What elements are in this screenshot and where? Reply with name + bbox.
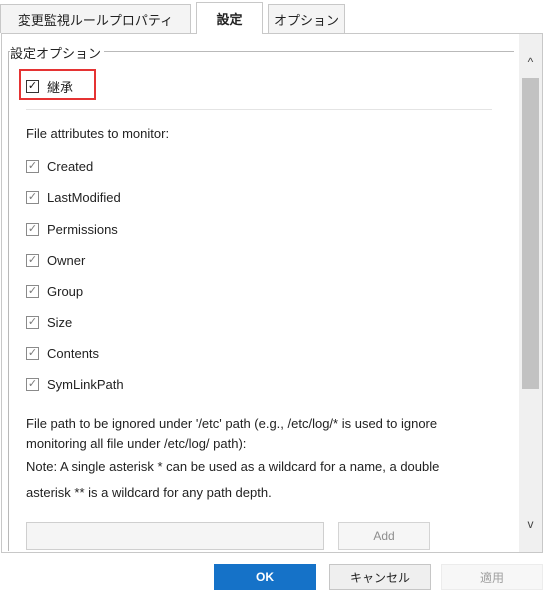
cancel-button[interactable]: キャンセル	[329, 564, 431, 590]
owner-checkbox[interactable]: ✓	[26, 254, 39, 267]
attribute-contents[interactable]: ✓ Contents	[26, 346, 99, 361]
check-icon: ✓	[27, 191, 38, 203]
attribute-last-modified[interactable]: ✓ LastModified	[26, 190, 121, 205]
apply-button[interactable]: 適用	[441, 564, 543, 590]
owner-label: Owner	[47, 253, 86, 268]
tab-settings[interactable]: 設定	[196, 2, 263, 34]
inherit-option[interactable]: ✓ 継承	[26, 77, 73, 96]
permissions-label: Permissions	[47, 222, 118, 237]
contents-checkbox[interactable]: ✓	[26, 347, 39, 360]
settings-options-group-title: 設定オプション	[10, 43, 105, 62]
check-icon: ✓	[27, 285, 38, 297]
attribute-created[interactable]: ✓ Created	[26, 159, 93, 174]
symlinkpath-label: SymLinkPath	[47, 377, 124, 392]
created-checkbox[interactable]: ✓	[26, 160, 39, 173]
tab-options[interactable]: オプション	[268, 4, 345, 33]
inherit-checkbox[interactable]: ✓	[26, 80, 39, 93]
path-help-line-3: Note: A single asterisk * can be used as…	[26, 459, 440, 474]
check-icon: ✓	[27, 316, 38, 328]
separator	[26, 109, 492, 110]
scrollbar-thumb[interactable]	[522, 78, 539, 389]
check-icon: ✓	[27, 347, 38, 359]
inherit-label: 継承	[47, 80, 74, 95]
size-label: Size	[47, 315, 73, 330]
contents-label: Contents	[47, 346, 100, 361]
attribute-permissions[interactable]: ✓ Permissions	[26, 222, 118, 237]
path-help-line-4: asterisk ** is a wildcard for any path d…	[26, 485, 272, 500]
path-help-line-2: monitoring all file under /etc/log/ path…	[26, 436, 247, 451]
ok-button[interactable]: OK	[214, 564, 316, 590]
attributes-label: File attributes to monitor:	[26, 126, 170, 141]
path-help-line-1: File path to be ignored under '/etc' pat…	[26, 416, 438, 431]
attribute-size[interactable]: ✓ Size	[26, 315, 72, 330]
tab-bar: 変更監視ルールプロパティ 設定 オプション	[0, 0, 544, 34]
created-label: Created	[47, 159, 94, 174]
check-icon: ✓	[27, 254, 38, 266]
check-icon: ✓	[27, 160, 38, 172]
ignored-path-input[interactable]	[26, 522, 324, 550]
tab-change-monitoring-rule-properties[interactable]: 変更監視ルールプロパティ	[0, 4, 191, 33]
check-icon: ✓	[27, 378, 38, 390]
group-checkbox[interactable]: ✓	[26, 285, 39, 298]
last-modified-checkbox[interactable]: ✓	[26, 191, 39, 204]
settings-panel: 設定オプション ✓ 継承 File attributes to monitor:…	[1, 33, 543, 553]
attribute-group[interactable]: ✓ Group	[26, 284, 83, 299]
attribute-symlinkpath[interactable]: ✓ SymLinkPath	[26, 377, 124, 392]
attribute-owner[interactable]: ✓ Owner	[26, 253, 85, 268]
symlinkpath-checkbox[interactable]: ✓	[26, 378, 39, 391]
last-modified-label: LastModified	[47, 190, 121, 205]
permissions-checkbox[interactable]: ✓	[26, 223, 39, 236]
scroll-up-icon[interactable]: ^	[524, 56, 537, 69]
check-icon: ✓	[27, 80, 38, 92]
scroll-down-icon[interactable]: v	[524, 518, 537, 531]
add-button[interactable]: Add	[338, 522, 430, 550]
scrollbar[interactable]: ^ v	[519, 34, 542, 552]
size-checkbox[interactable]: ✓	[26, 316, 39, 329]
group-label: Group	[47, 284, 84, 299]
group-border-left	[8, 51, 9, 551]
check-icon: ✓	[27, 223, 38, 235]
